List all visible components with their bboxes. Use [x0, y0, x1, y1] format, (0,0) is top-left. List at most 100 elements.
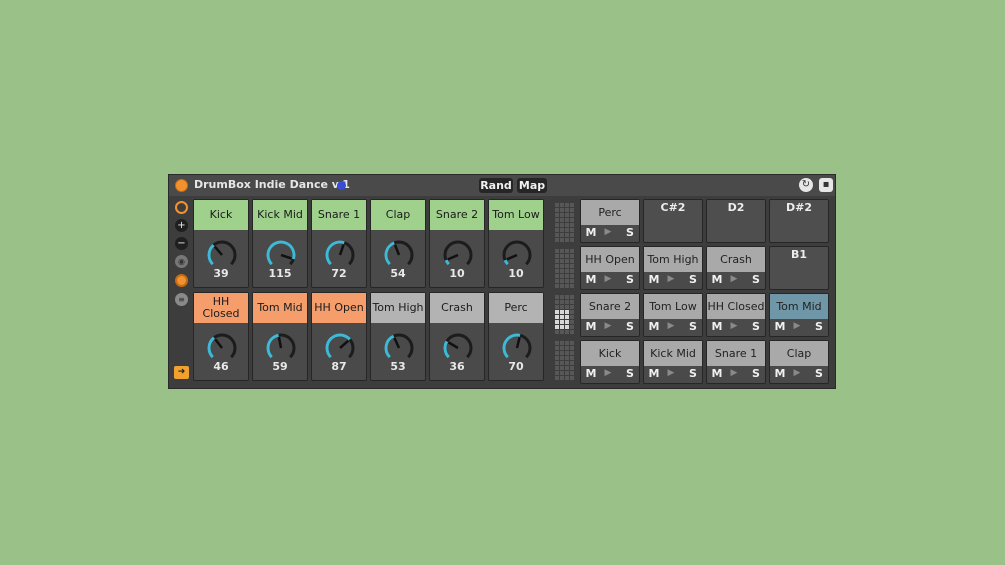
chain-slot[interactable]: Kick M ▶ S: [580, 340, 640, 384]
minimap-row-1[interactable]: [555, 341, 575, 381]
macro-knob[interactable]: [500, 238, 534, 268]
empty-chain-slot[interactable]: B1: [769, 246, 829, 290]
solo-button[interactable]: S: [686, 320, 700, 333]
mute-button[interactable]: M: [584, 226, 598, 239]
macro-pad[interactable]: Perc 70: [488, 292, 544, 381]
mute-button[interactable]: M: [773, 367, 787, 380]
play-icon[interactable]: ▶: [727, 273, 741, 286]
solo-button[interactable]: S: [812, 367, 826, 380]
solo-button[interactable]: S: [623, 367, 637, 380]
plus-icon[interactable]: +: [175, 219, 188, 232]
macro-knob[interactable]: [441, 238, 475, 268]
toggle-icon[interactable]: [175, 274, 188, 287]
chain-slot[interactable]: Snare 1 M ▶ S: [706, 340, 766, 384]
solo-button[interactable]: S: [749, 273, 763, 286]
play-icon[interactable]: ▶: [601, 226, 615, 239]
solo-button[interactable]: S: [812, 320, 826, 333]
target-icon[interactable]: [175, 201, 188, 214]
play-icon[interactable]: ▶: [601, 273, 615, 286]
play-icon[interactable]: ▶: [601, 367, 615, 380]
chain-slot[interactable]: Tom Mid M ▶ S: [769, 293, 829, 337]
play-icon[interactable]: ▶: [790, 320, 804, 333]
macro-pad[interactable]: Snare 1 72: [311, 199, 367, 288]
minimap-cell: [565, 295, 569, 299]
mute-button[interactable]: M: [584, 367, 598, 380]
macro-pad[interactable]: Tom High 53: [370, 292, 426, 381]
mute-button[interactable]: M: [773, 320, 787, 333]
mute-button[interactable]: M: [710, 273, 724, 286]
macro-knob[interactable]: [205, 238, 239, 268]
arrow-right-icon[interactable]: ➜: [174, 366, 189, 379]
chain-slot[interactable]: Snare 2 M ▶ S: [580, 293, 640, 337]
empty-chain-slot[interactable]: D#2: [769, 199, 829, 243]
rand-button[interactable]: Rand: [479, 178, 513, 193]
knob-track: [443, 240, 473, 266]
play-icon[interactable]: ▶: [664, 367, 678, 380]
macro-knob[interactable]: [500, 331, 534, 361]
mute-button[interactable]: M: [710, 367, 724, 380]
chain-slot[interactable]: Perc M ▶ S: [580, 199, 640, 243]
macro-knob[interactable]: [323, 238, 357, 268]
play-icon[interactable]: ▶: [664, 273, 678, 286]
solo-button[interactable]: S: [623, 320, 637, 333]
minimap-cell: [560, 238, 564, 242]
solo-button[interactable]: S: [686, 273, 700, 286]
macro-pad[interactable]: Snare 2 10: [429, 199, 485, 288]
chain-slot[interactable]: Tom High M ▶ S: [643, 246, 703, 290]
minimap-row-4[interactable]: [555, 203, 575, 243]
macro-knob[interactable]: [382, 238, 416, 268]
solo-button[interactable]: S: [749, 367, 763, 380]
chain-slot[interactable]: Kick Mid M ▶ S: [643, 340, 703, 384]
mute-button[interactable]: M: [647, 367, 661, 380]
macro-pad[interactable]: Clap 54: [370, 199, 426, 288]
mute-button[interactable]: M: [710, 320, 724, 333]
minimap-cell: [565, 320, 569, 324]
macro-knob[interactable]: [264, 331, 298, 361]
minus-icon[interactable]: −: [175, 237, 188, 250]
camera-icon[interactable]: ◉: [175, 255, 188, 268]
mute-button[interactable]: M: [584, 273, 598, 286]
macro-knob[interactable]: [441, 331, 475, 361]
macro-value: 87: [331, 360, 347, 373]
refresh-icon[interactable]: ↻: [799, 178, 813, 192]
play-icon[interactable]: ▶: [601, 320, 615, 333]
solo-button[interactable]: S: [749, 320, 763, 333]
mute-button[interactable]: M: [647, 273, 661, 286]
macro-knob[interactable]: [264, 238, 298, 268]
play-icon[interactable]: ▶: [727, 320, 741, 333]
chain-slot[interactable]: HH Closed M ▶ S: [706, 293, 766, 337]
power-toggle[interactable]: [175, 179, 188, 192]
chain-slot[interactable]: HH Open M ▶ S: [580, 246, 640, 290]
minimap-cell: [570, 264, 574, 268]
mute-button[interactable]: M: [584, 320, 598, 333]
save-icon[interactable]: ▪: [819, 178, 833, 192]
macro-pad[interactable]: Crash 36: [429, 292, 485, 381]
macro-knob[interactable]: [205, 331, 239, 361]
play-icon[interactable]: ▶: [664, 320, 678, 333]
list-icon[interactable]: ≡: [175, 293, 188, 306]
play-icon[interactable]: ▶: [727, 367, 741, 380]
macro-knob[interactable]: [323, 331, 357, 361]
solo-button[interactable]: S: [623, 226, 637, 239]
chain-slot[interactable]: Tom Low M ▶ S: [643, 293, 703, 337]
minimap-cell: [555, 254, 559, 258]
map-button[interactable]: Map: [517, 178, 547, 193]
mute-button[interactable]: M: [647, 320, 661, 333]
macro-pad[interactable]: Tom Mid 59: [252, 292, 308, 381]
macro-pad[interactable]: Tom Low 10: [488, 199, 544, 288]
chain-slot[interactable]: Clap M ▶ S: [769, 340, 829, 384]
chain-slot[interactable]: Crash M ▶ S: [706, 246, 766, 290]
macro-knob[interactable]: [382, 331, 416, 361]
macro-pad[interactable]: Kick Mid 115: [252, 199, 308, 288]
solo-button[interactable]: S: [623, 273, 637, 286]
empty-chain-slot[interactable]: D2: [706, 199, 766, 243]
macro-pad[interactable]: HH Closed 46: [193, 292, 249, 381]
minimap-row-2[interactable]: [555, 295, 575, 335]
empty-chain-slot[interactable]: C#2: [643, 199, 703, 243]
minimap-row-3[interactable]: [555, 249, 575, 289]
macro-pad-label: HH Closed: [194, 293, 248, 323]
macro-pad[interactable]: HH Open 87: [311, 292, 367, 381]
play-icon[interactable]: ▶: [790, 367, 804, 380]
solo-button[interactable]: S: [686, 367, 700, 380]
macro-pad[interactable]: Kick 39: [193, 199, 249, 288]
